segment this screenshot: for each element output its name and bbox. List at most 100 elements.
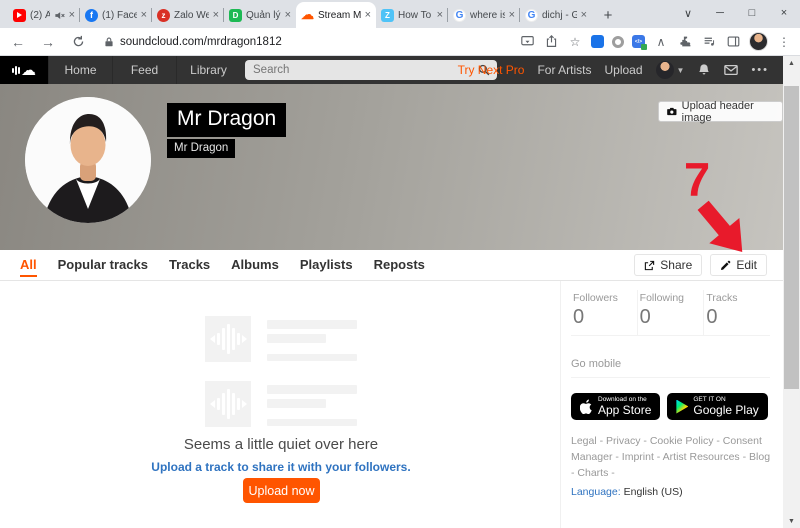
blue-app-icon: Z — [381, 9, 394, 22]
minimize-icon[interactable]: ─ — [704, 0, 736, 26]
scrollbar-thumb[interactable] — [784, 86, 799, 389]
tab-playlists[interactable]: Playlists — [300, 251, 353, 280]
profile-title: Mr Dragon — [167, 103, 286, 137]
for-artists-link[interactable]: For Artists — [537, 63, 591, 77]
placeholder-text-bars — [267, 381, 357, 427]
nav-item-library[interactable]: Library — [176, 56, 240, 84]
share-button[interactable]: Share — [634, 254, 702, 276]
legal-link[interactable]: Privacy — [606, 435, 650, 447]
google-icon: G — [453, 9, 466, 22]
legal-link[interactable]: Artist Resources — [663, 451, 749, 463]
browser-tab-strip: (2) Âm × f (1) Faceboo × z Zalo Web × D … — [0, 0, 800, 28]
stat-value: 0 — [640, 306, 704, 329]
tab-youtube[interactable]: (2) Âm × — [8, 2, 80, 28]
tab-popular-tracks[interactable]: Popular tracks — [58, 251, 148, 280]
legal-links: LegalPrivacyCookie PolicyConsent Manager… — [571, 434, 771, 481]
facebook-icon: f — [85, 9, 98, 22]
tab-label: Stream Mr — [318, 10, 361, 21]
bookmark-star-icon[interactable]: ☆ — [567, 34, 583, 50]
tab-zalo[interactable]: z Zalo Web × — [152, 2, 224, 28]
caret-extension-icon[interactable]: ∧ — [653, 34, 669, 50]
install-app-icon[interactable] — [519, 34, 535, 50]
edit-label: Edit — [736, 258, 757, 272]
avatar-portrait — [25, 97, 151, 223]
messages-envelope-icon[interactable] — [724, 63, 738, 77]
google-play-badge[interactable]: GET IT ON Google Play — [667, 393, 767, 420]
profile-sidebar: Followers 0 Following 0 Tracks 0 Go mobi… — [560, 281, 783, 528]
nav-item-feed[interactable]: Feed — [112, 56, 176, 84]
tab-albums[interactable]: Albums — [231, 251, 279, 280]
forward-icon[interactable]: → — [36, 30, 60, 54]
upload-now-button[interactable]: Upload now — [243, 478, 320, 503]
close-tab-icon[interactable]: × — [141, 10, 147, 21]
url-text: soundcloud.com/mrdragon1812 — [120, 36, 282, 48]
page-scrollbar[interactable]: ▲ ▼ — [783, 56, 800, 528]
stat-tracks[interactable]: Tracks 0 — [703, 290, 770, 335]
extensions-puzzle-icon[interactable] — [677, 34, 693, 50]
green-app-icon: D — [229, 9, 242, 22]
close-tab-icon[interactable]: × — [437, 10, 443, 21]
search-input[interactable] — [245, 64, 478, 76]
legal-link[interactable]: Legal — [571, 435, 606, 447]
window-menu-chevron-icon[interactable]: ∨ — [672, 0, 704, 26]
close-tab-icon[interactable]: × — [581, 10, 587, 21]
placeholder-track-row — [205, 381, 357, 427]
tab-google-search-2[interactable]: G dichj - Goo × — [520, 2, 592, 28]
lock-icon — [104, 37, 114, 47]
close-window-icon[interactable]: × — [768, 0, 800, 26]
chrome-profile-avatar[interactable] — [749, 32, 768, 51]
back-icon[interactable]: ← — [6, 30, 30, 54]
url-field[interactable]: soundcloud.com/mrdragon1812 — [104, 31, 519, 53]
side-panel-icon[interactable] — [725, 34, 741, 50]
try-next-pro-link[interactable]: Try Next Pro — [458, 63, 525, 77]
stat-value: 0 — [706, 306, 770, 329]
legal-link[interactable]: Charts — [577, 467, 614, 479]
upload-header-image-button[interactable]: Upload header image — [658, 101, 783, 122]
tab-soundcloud-active[interactable]: ☁ Stream Mr × — [296, 2, 376, 28]
legal-link[interactable]: Imprint — [622, 451, 663, 463]
stat-following[interactable]: Following 0 — [637, 290, 704, 335]
tab-quan-ly-tin[interactable]: D Quản lý tin × — [224, 2, 296, 28]
nav-item-home[interactable]: Home — [48, 56, 112, 84]
share-page-icon[interactable] — [543, 34, 559, 50]
language-link[interactable]: Language: — [571, 486, 621, 498]
tab-tracks[interactable]: Tracks — [169, 251, 210, 280]
tab-facebook[interactable]: f (1) Faceboo × — [80, 2, 152, 28]
tab-how-to[interactable]: Z How To Ch × — [376, 2, 448, 28]
upload-link[interactable]: Upload — [604, 63, 642, 77]
soundcloud-logo[interactable]: ☁ — [0, 56, 48, 84]
tab-google-search-1[interactable]: G where is so × — [448, 2, 520, 28]
chrome-menu-dots-icon[interactable]: ⋮ — [776, 34, 792, 50]
extension-circle-icon[interactable] — [612, 36, 624, 48]
profile-avatar[interactable] — [25, 97, 151, 223]
close-tab-icon[interactable]: × — [69, 10, 75, 21]
extension-code-icon[interactable]: </> — [632, 35, 645, 48]
app-store-badge[interactable]: Download on the App Store — [571, 393, 660, 420]
new-tab-button[interactable]: + — [596, 3, 620, 27]
close-tab-icon[interactable]: × — [509, 10, 515, 21]
waveform-placeholder-icon — [205, 316, 251, 362]
upload-track-link[interactable]: Upload a track to share it with your fol… — [101, 460, 461, 474]
tab-all[interactable]: All — [20, 251, 37, 280]
stat-label: Followers — [573, 292, 637, 304]
stat-followers[interactable]: Followers 0 — [571, 290, 637, 335]
more-menu-dots-icon[interactable]: ••• — [751, 64, 769, 76]
close-tab-icon[interactable]: × — [365, 10, 371, 21]
scroll-down-icon[interactable]: ▼ — [783, 514, 800, 528]
notifications-bell-icon[interactable] — [697, 63, 711, 77]
close-tab-icon[interactable]: × — [285, 10, 291, 21]
media-playlist-icon[interactable] — [701, 34, 717, 50]
user-menu[interactable]: ▼ — [656, 61, 685, 79]
share-label: Share — [660, 258, 692, 272]
close-tab-icon[interactable]: × — [213, 10, 219, 21]
share-icon — [644, 260, 655, 271]
tab-reposts[interactable]: Reposts — [374, 251, 425, 280]
wave-bar — [18, 67, 20, 74]
muted-speaker-icon[interactable] — [54, 10, 65, 21]
extension-tag-icon[interactable] — [591, 35, 604, 48]
reload-icon[interactable] — [66, 30, 90, 54]
placeholder-text-bars — [267, 316, 357, 362]
scroll-up-icon[interactable]: ▲ — [783, 56, 800, 70]
legal-link[interactable]: Cookie Policy — [650, 435, 723, 447]
maximize-icon[interactable]: □ — [736, 0, 768, 26]
